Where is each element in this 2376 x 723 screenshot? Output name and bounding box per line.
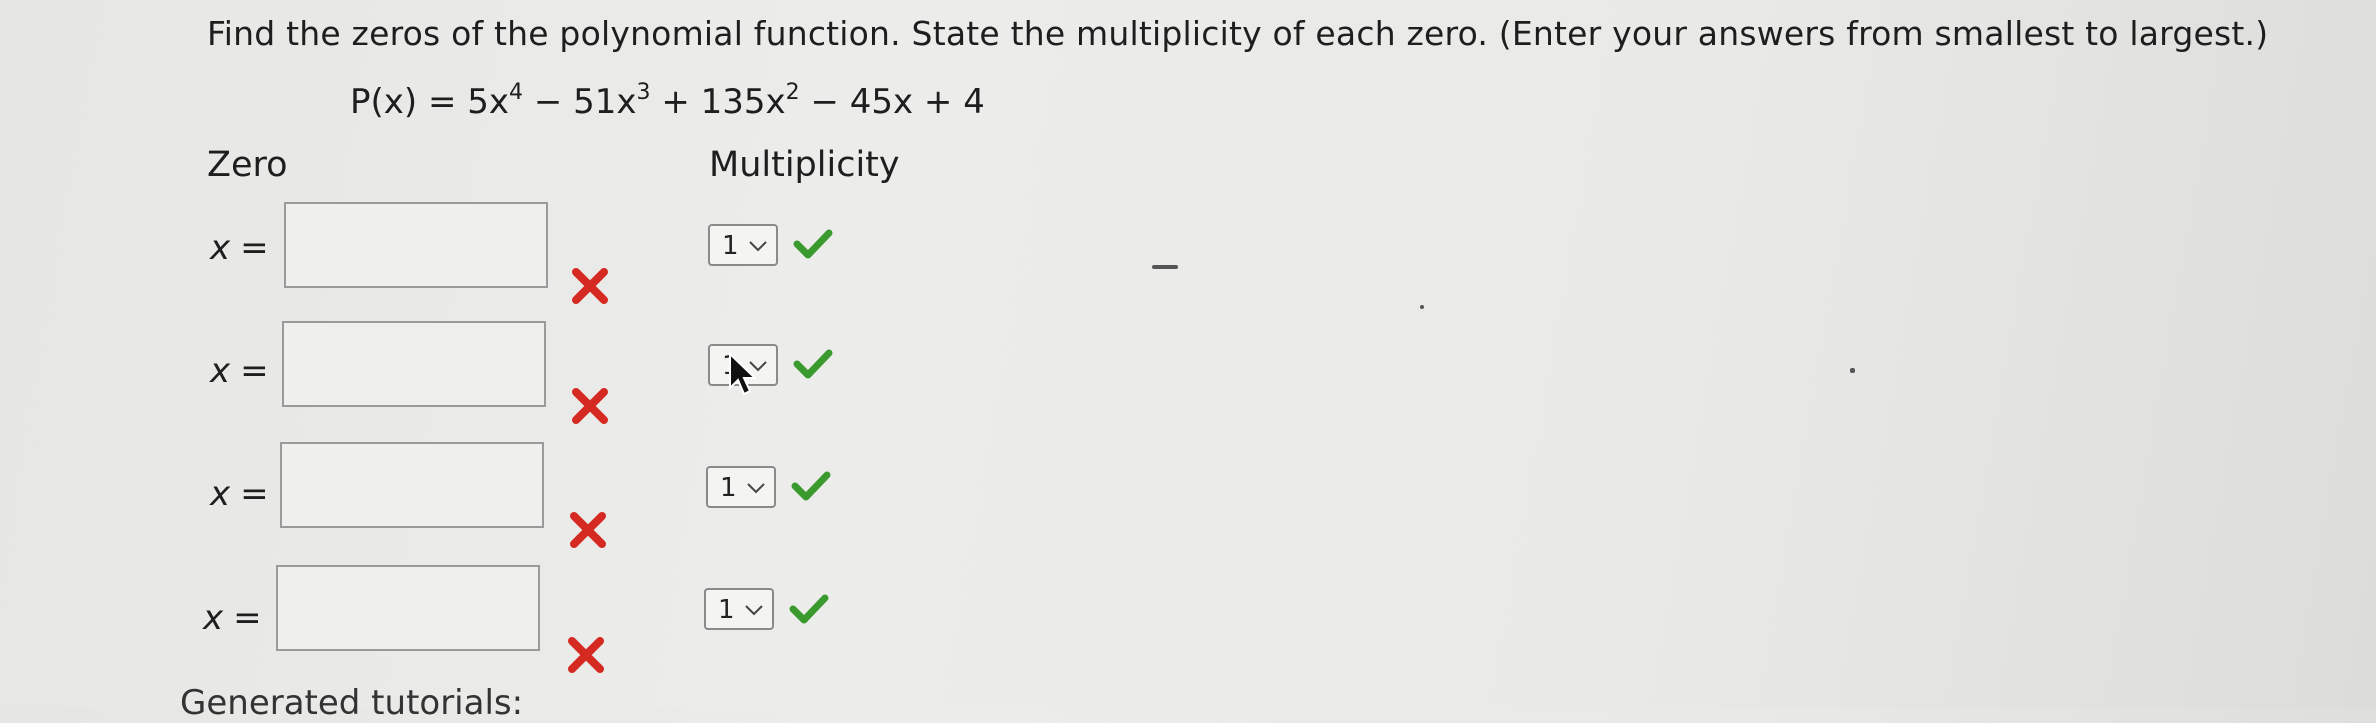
equation-part: P(x) = 5x xyxy=(350,82,510,122)
multiplicity-value: 1 xyxy=(718,595,735,625)
screen-speck xyxy=(1850,368,1855,373)
zero-input[interactable] xyxy=(284,202,548,288)
zero-column-header: Zero xyxy=(207,145,288,185)
multiplicity-select[interactable]: 1 xyxy=(704,588,774,630)
correct-check-icon xyxy=(793,349,833,379)
correct-check-icon xyxy=(791,471,831,501)
x-variable: x xyxy=(210,228,231,268)
incorrect-x-icon xyxy=(570,512,606,548)
equals-sign: = xyxy=(240,351,269,391)
zero-label: x = xyxy=(210,474,269,514)
zero-label: x = xyxy=(210,228,269,268)
multiplicity-select[interactable]: 1 xyxy=(706,466,776,508)
chevron-down-icon xyxy=(747,483,765,494)
equation-part: − 51x xyxy=(523,82,637,122)
x-variable: x xyxy=(210,351,231,391)
mouse-pointer-icon xyxy=(729,352,757,396)
equation-exponent: 4 xyxy=(509,80,524,105)
multiplicity-value: 1 xyxy=(722,231,739,261)
multiplicity-column-header: Multiplicity xyxy=(709,145,900,185)
equation-exponent: 3 xyxy=(636,80,651,105)
incorrect-x-icon xyxy=(572,268,608,304)
equation-exponent: 2 xyxy=(785,80,800,105)
zero-label: x = xyxy=(203,598,262,638)
incorrect-x-icon xyxy=(572,388,608,424)
zero-input[interactable] xyxy=(280,442,544,528)
screen-speck xyxy=(1152,265,1178,269)
correct-check-icon xyxy=(789,594,829,624)
tutorials-label: Generated tutorials: xyxy=(180,683,524,723)
screen-speck xyxy=(1420,305,1424,309)
equation-part: − 45x + 4 xyxy=(799,82,985,122)
multiplicity-value: 1 xyxy=(720,473,737,503)
x-variable: x xyxy=(203,598,224,638)
equals-sign: = xyxy=(240,228,269,268)
correct-check-icon xyxy=(793,229,833,259)
zero-input[interactable] xyxy=(276,565,540,651)
polynomial-equation: P(x) = 5x4 − 51x3 + 135x2 − 45x + 4 xyxy=(350,80,985,122)
zero-label: x = xyxy=(210,351,269,391)
incorrect-x-icon xyxy=(568,637,604,673)
multiplicity-select[interactable]: 1 xyxy=(708,224,778,266)
chevron-down-icon xyxy=(745,605,763,616)
equation-part: + 135x xyxy=(650,82,786,122)
equals-sign: = xyxy=(240,474,269,514)
chevron-down-icon xyxy=(749,241,767,252)
equals-sign: = xyxy=(233,598,262,638)
zero-input[interactable] xyxy=(282,321,546,407)
x-variable: x xyxy=(210,474,231,514)
question-text: Find the zeros of the polynomial functio… xyxy=(207,14,2269,53)
